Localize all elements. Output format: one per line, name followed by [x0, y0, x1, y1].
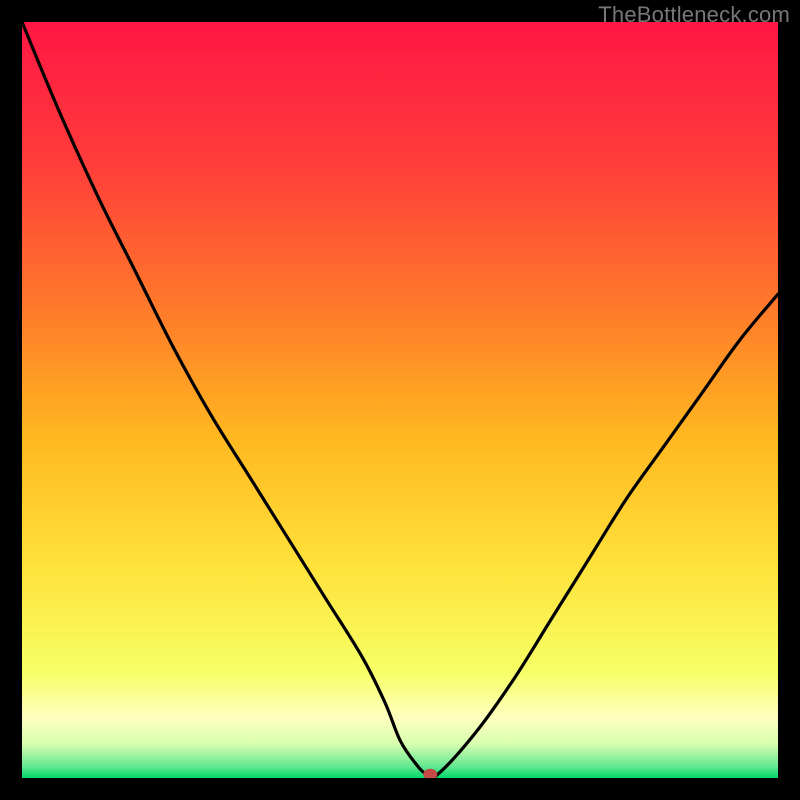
gradient-background: [22, 22, 778, 778]
chart-frame: [22, 22, 778, 778]
bottleneck-chart: [22, 22, 778, 778]
watermark-text: TheBottleneck.com: [598, 2, 790, 28]
